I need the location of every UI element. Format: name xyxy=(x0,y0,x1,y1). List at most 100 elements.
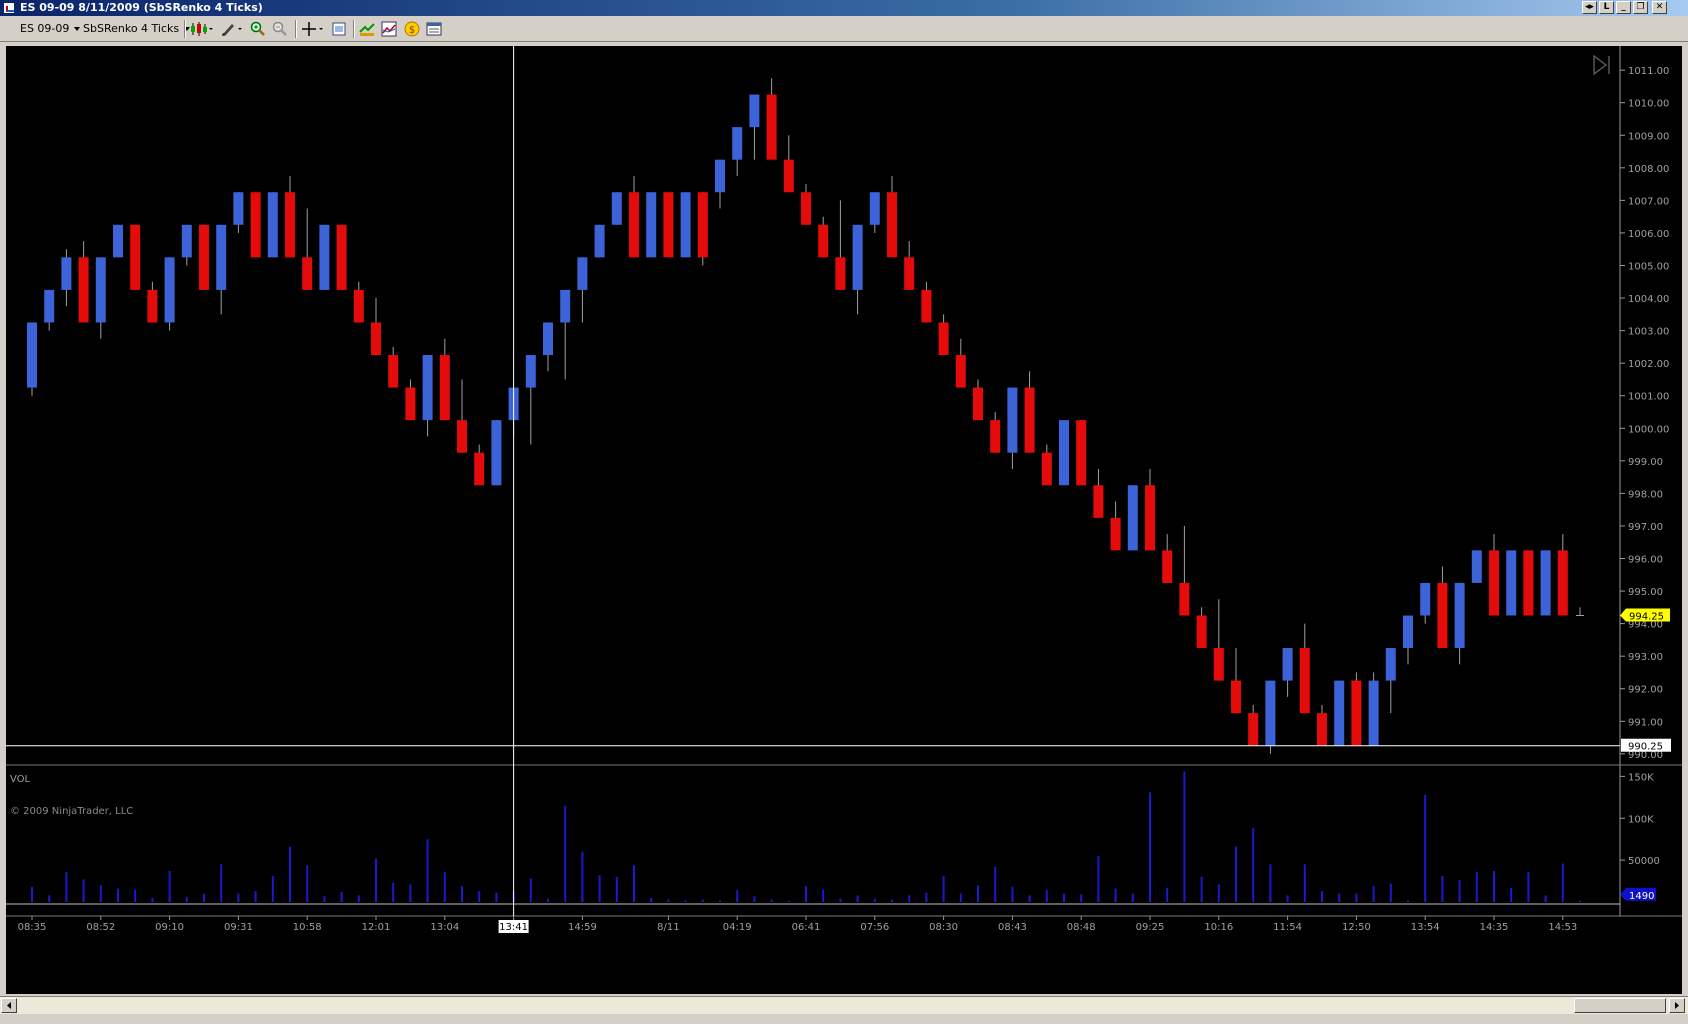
volume-bar xyxy=(31,886,33,902)
chart-properties-icon[interactable] xyxy=(426,21,442,37)
volume-bar xyxy=(925,892,928,902)
volume-bar xyxy=(805,886,807,902)
volume-bar xyxy=(959,893,962,902)
volume-bar xyxy=(65,871,68,902)
chart-panel[interactable]: 1011.00 1010.00 1009.00 1008.00 1007.00 1006.… xyxy=(6,46,1682,994)
renko-down-bar xyxy=(199,224,209,290)
renko-down-bar xyxy=(130,224,141,290)
renko-up-bar xyxy=(560,289,571,323)
scroll-right-button[interactable] xyxy=(1669,998,1685,1013)
volume-bar xyxy=(1166,887,1169,902)
candlestick-style-icon[interactable] xyxy=(190,21,214,37)
volume-bar xyxy=(134,889,137,902)
renko-up-bar xyxy=(525,355,536,388)
indicators-icon[interactable] xyxy=(381,21,397,37)
volume-bar xyxy=(753,896,756,902)
renko-up-bar xyxy=(233,192,244,225)
chart-overlays: 990.25 994.25 1490 © 2009 NinjaTrader, LLC xyxy=(6,46,1682,917)
status-strip xyxy=(0,1014,1688,1024)
link-button[interactable]: L xyxy=(1599,1,1614,14)
renko-down-bar xyxy=(439,355,450,421)
properties-icon[interactable] xyxy=(331,21,347,37)
renko-down-bar xyxy=(371,322,381,356)
renko-down-bar xyxy=(1024,387,1035,453)
price-tick-label: 1002.00 xyxy=(1628,359,1669,370)
renko-down-bar xyxy=(697,192,708,258)
volume-bar xyxy=(220,864,223,902)
renko-down-bar xyxy=(1196,615,1207,649)
time-tick-label: 10:16 xyxy=(1204,922,1233,933)
pencil-draw-icon[interactable] xyxy=(220,21,244,37)
price-tick-label: 995.00 xyxy=(1628,587,1663,598)
volume-bar xyxy=(99,885,102,902)
time-tick-label: 8/11 xyxy=(657,922,679,933)
time-tick-label: 13:04 xyxy=(430,922,459,933)
last-volume-label: 1490 xyxy=(1629,891,1654,902)
bar-type-dropdown[interactable]: SbSRenko 4 Ticks xyxy=(83,22,191,35)
renko-down-bar xyxy=(938,322,949,356)
price-tick-label: 1007.00 xyxy=(1628,196,1669,207)
volume-bar xyxy=(1493,871,1495,902)
instrument-dropdown[interactable]: ES 09-09 xyxy=(20,22,81,35)
renko-up-bar xyxy=(267,192,278,258)
volume-bar xyxy=(667,899,670,902)
scroll-to-end-icon[interactable] xyxy=(1593,54,1610,76)
renko-down-bar xyxy=(457,420,467,453)
renko-up-bar xyxy=(1454,582,1465,649)
renko-down-bar xyxy=(405,387,416,421)
time-tick-label: 09:10 xyxy=(155,922,184,933)
volume-bar xyxy=(1561,863,1564,902)
renko-up-bar xyxy=(1059,420,1069,486)
volume-bar xyxy=(977,885,979,902)
arrow-left-icon xyxy=(7,1002,11,1009)
renko-down-bar xyxy=(663,192,674,258)
volume-bar xyxy=(770,899,773,902)
restore-button[interactable]: ❐ xyxy=(1633,1,1648,14)
volume-bar xyxy=(82,879,85,902)
price-tick-label: 1003.00 xyxy=(1628,327,1669,338)
volume-bar xyxy=(564,805,567,902)
volume-bar xyxy=(151,897,154,902)
price-tick-label: 1005.00 xyxy=(1628,261,1669,272)
renko-down-bar xyxy=(973,387,983,421)
volume-tick-label: 50000 xyxy=(1628,856,1660,867)
price-tick-label: 1006.00 xyxy=(1628,229,1669,240)
volume-tick-label: 100K xyxy=(1628,814,1654,825)
time-tick-label: 12:01 xyxy=(362,922,391,933)
strategy-icon[interactable]: $ xyxy=(404,21,420,37)
volume-bar xyxy=(736,890,739,902)
time-tick-label: 10:58 xyxy=(293,922,322,933)
toolbar-separator xyxy=(353,20,355,38)
volume-bar xyxy=(684,900,687,902)
volume-bar xyxy=(650,897,653,902)
zoom-in-icon[interactable] xyxy=(250,21,266,37)
horizontal-scrollbar[interactable] xyxy=(0,996,1688,1014)
zoom-out-icon[interactable] xyxy=(272,21,288,37)
scroll-left-button[interactable] xyxy=(1,998,17,1013)
time-tick-label: 09:31 xyxy=(224,922,253,933)
volume-bar xyxy=(1424,794,1427,902)
minimize-button[interactable]: _ xyxy=(1616,1,1631,14)
scroll-thumb[interactable] xyxy=(1574,998,1666,1013)
volume-bar xyxy=(237,893,240,902)
volume-bar xyxy=(1510,887,1513,902)
volume-bar xyxy=(357,895,360,902)
tile-arrows-button[interactable]: ◂▸ xyxy=(1582,1,1597,14)
volume-bar xyxy=(615,876,618,902)
volume-bar xyxy=(323,896,326,902)
renko-up-bar xyxy=(1334,680,1345,746)
data-box-icon[interactable] xyxy=(359,21,375,37)
volume-bar xyxy=(598,875,601,902)
volume-bar xyxy=(254,891,257,902)
close-button[interactable]: ✕ xyxy=(1652,1,1667,14)
volume-bar xyxy=(1475,871,1478,902)
window-titlebar: ES 09-09 8/11/2009 (SbSRenko 4 Ticks) ◂▸… xyxy=(0,0,1688,16)
time-tick-label: 08:30 xyxy=(929,922,958,933)
renko-down-bar xyxy=(78,257,89,323)
renko-down-bar xyxy=(1299,648,1310,714)
price-tick-label: 1009.00 xyxy=(1628,131,1669,142)
price-volume-chart[interactable]: 1011.00 1010.00 1009.00 1008.00 1007.00 1006.… xyxy=(6,46,1682,994)
price-tick-label: 1001.00 xyxy=(1628,392,1669,403)
crosshair-icon[interactable] xyxy=(301,21,325,37)
renko-up-bar xyxy=(1127,485,1138,551)
